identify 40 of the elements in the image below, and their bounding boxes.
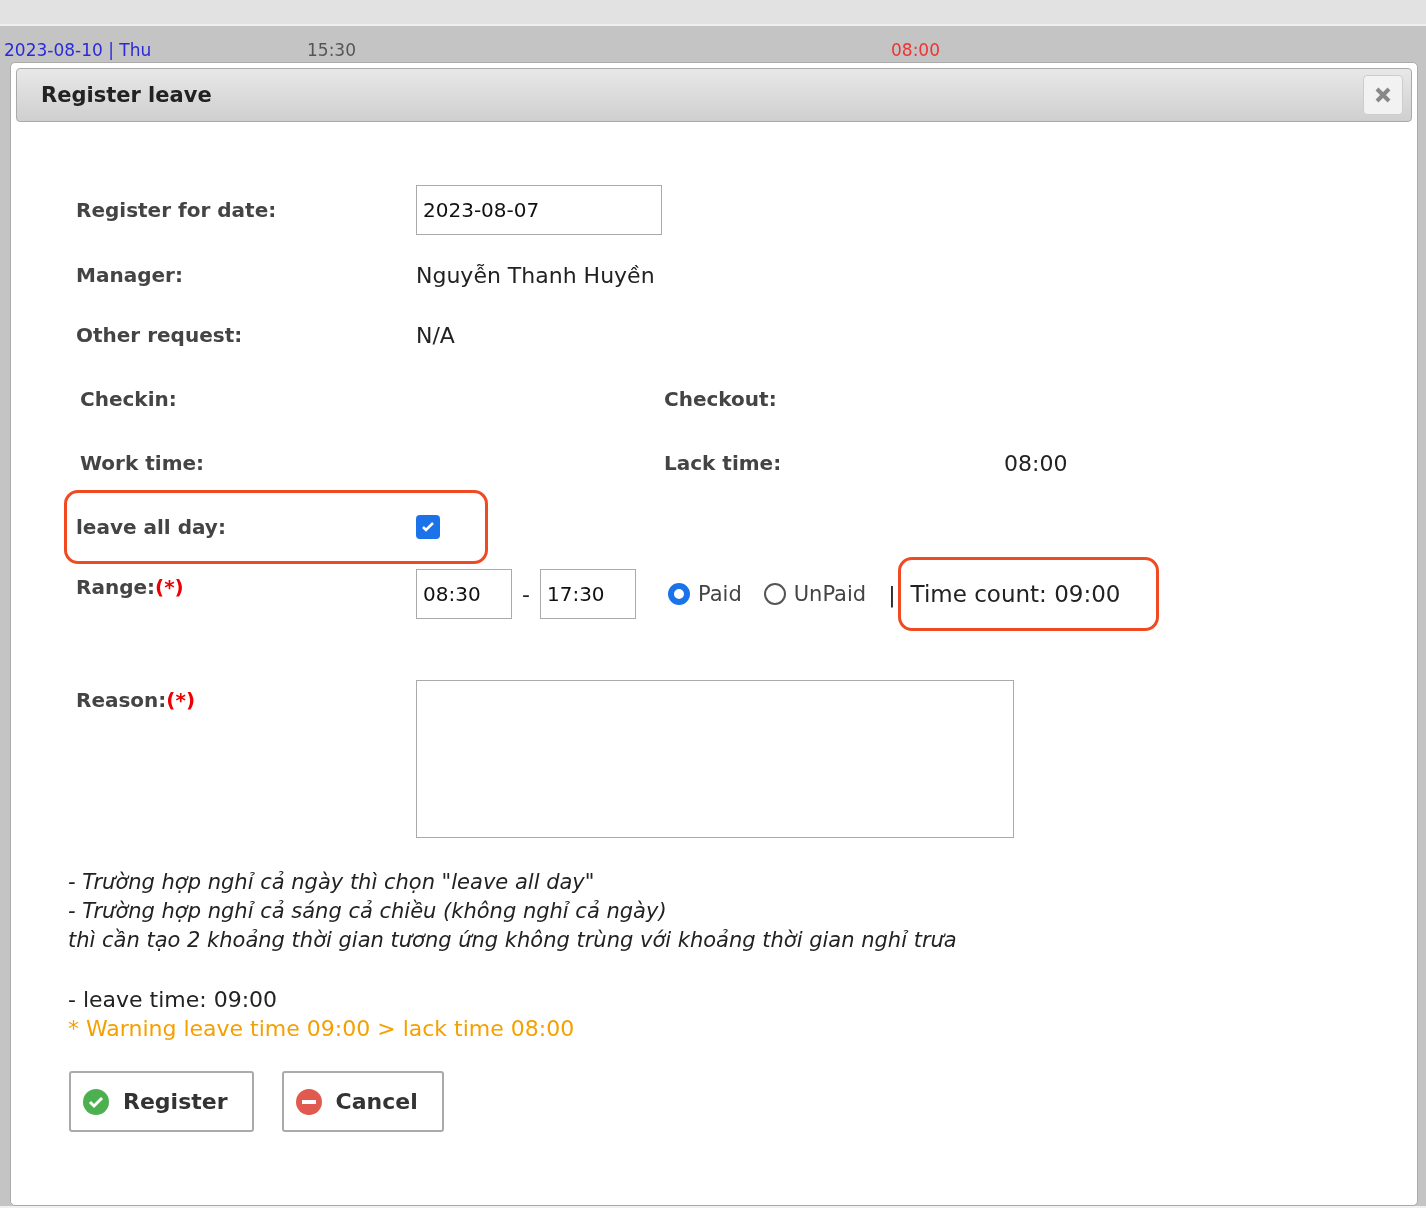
lack-time-text: 08:00 (891, 40, 940, 60)
check-circle-icon (81, 1086, 111, 1117)
register-button[interactable]: Register (69, 1071, 254, 1132)
close-icon[interactable] (1373, 85, 1393, 105)
field-label: Manager: (76, 263, 183, 287)
field-value: N/A (416, 322, 455, 348)
close-button[interactable] (1363, 75, 1403, 115)
radio-option[interactable]: Paid (667, 582, 742, 606)
field-label: Register for date: (76, 198, 277, 222)
checkbox[interactable] (416, 515, 440, 539)
cancel-button[interactable]: Cancel (281, 1071, 444, 1132)
minus-circle-icon (293, 1086, 324, 1117)
start-time-input[interactable]: 08:30 (416, 569, 512, 619)
time-count: Time count: 09:00 (897, 557, 1160, 631)
reason-field[interactable] (416, 680, 1014, 838)
radio-icon[interactable] (763, 583, 786, 605)
note-text: thì cần tạo 2 khoảng thời gian tương ứng không trùng với khoảng thời gian nghỉ trưa (68, 927, 958, 954)
work-time-label: Work time: (80, 451, 205, 475)
reason-label: Reason:(*) (76, 688, 196, 712)
checkin-label: Checkin: (80, 387, 177, 411)
note-text: - Trường hợp nghỉ cả ngày thì chọn "leave all day" (68, 869, 596, 896)
leave-time-text: - leave time: 09:00 (68, 986, 279, 1014)
lack-time-value: 08:00 (1004, 450, 1068, 476)
warning-text: * Warning leave time 09:00 > lack time 08:00 (68, 1015, 576, 1043)
field-label: Other request: (76, 323, 243, 347)
lack-time-label: Lack time: (664, 451, 782, 475)
time-text: 15:30 (307, 40, 356, 60)
radio-option[interactable]: UnPaid (763, 582, 867, 606)
date-input[interactable]: 2023-08-07 (416, 185, 662, 235)
radio-icon[interactable] (667, 583, 690, 605)
divider-text: | (888, 581, 896, 607)
field-value: Nguyễn Thanh Huyền (416, 262, 655, 288)
checkout-label: Checkout: (664, 387, 777, 411)
dialog-title: Register leave (41, 83, 212, 107)
leave-all-day-label: leave all day: (76, 515, 226, 539)
date-text: 2023-08-10 | Thu (4, 40, 152, 60)
range-separator: - (522, 581, 530, 607)
note-text: - Trường hợp nghỉ cả sáng cả chiều (không nghỉ cả ngày) (68, 898, 668, 925)
range-label: Range:(*) (76, 575, 184, 599)
end-time-input[interactable]: 17:30 (539, 569, 636, 619)
